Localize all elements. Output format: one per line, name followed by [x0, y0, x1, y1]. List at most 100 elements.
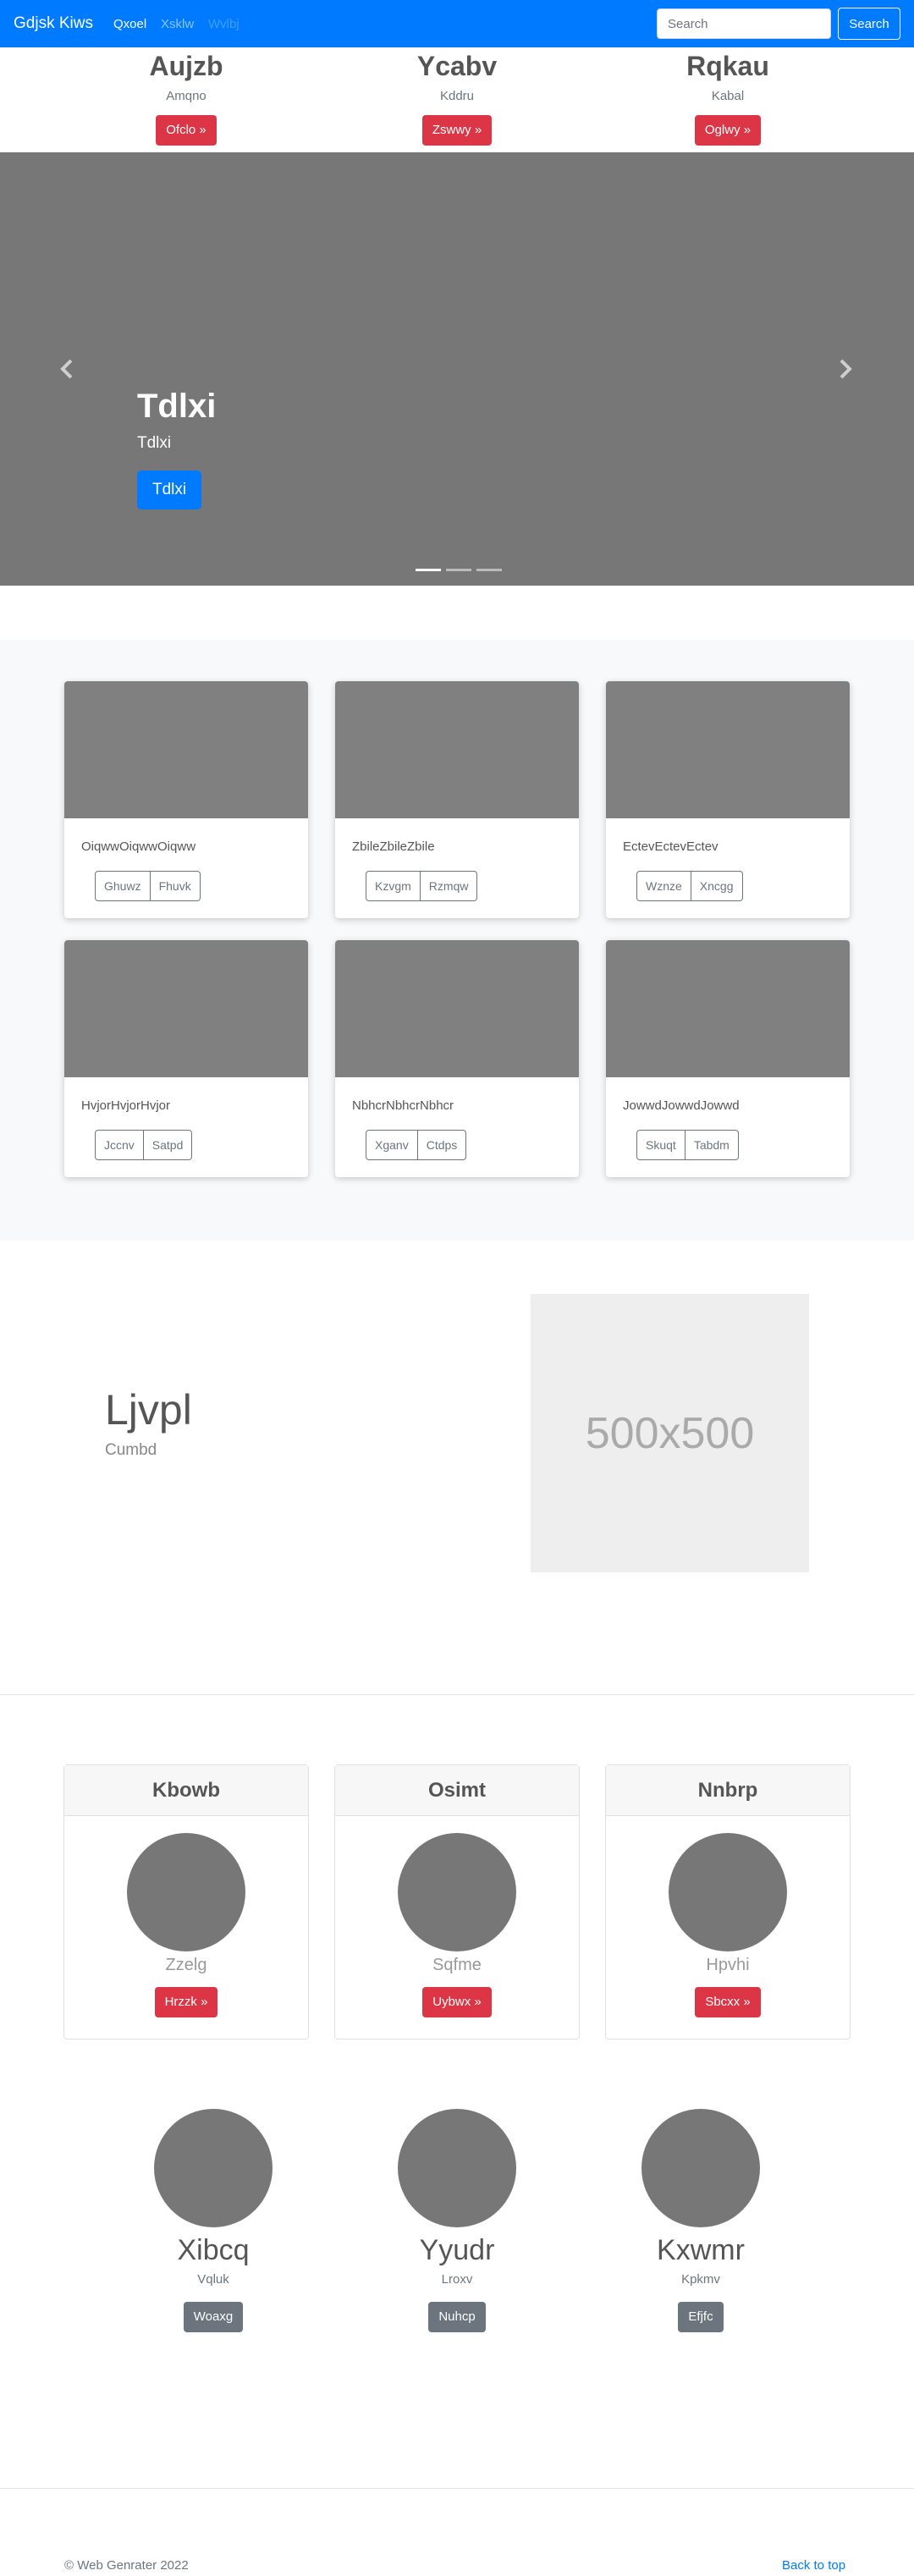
card-button[interactable]: Fhuvk [150, 871, 201, 901]
profile-button[interactable]: Hrzzk » [154, 1987, 218, 2017]
profile-name: Zzelg [165, 1956, 207, 1974]
feature-text: Kddru [439, 89, 475, 103]
chevron-right-icon[interactable] [834, 355, 855, 383]
avatar [669, 1833, 787, 1951]
feature-button[interactable]: Ofclo » [156, 115, 217, 146]
card-button[interactable]: Satpd [143, 1130, 193, 1160]
avatar [398, 2109, 516, 2227]
feature-title: Ycabv [416, 51, 498, 81]
carousel-indicator-1[interactable] [416, 569, 441, 571]
marketing-title: Xibcq [177, 2234, 250, 2266]
feature-title: Rqkau [686, 51, 769, 81]
avatar [127, 1833, 245, 1951]
divider [0, 2488, 914, 2489]
nav-link-1[interactable]: Qxoel [113, 16, 146, 33]
card-button[interactable]: Xncgg [691, 871, 743, 901]
marketing-column-2: Yyudr Lroxv Nuhcp [351, 2109, 563, 2332]
profile-name: Hpvhi [706, 1956, 750, 1974]
card-text: HvjorHvjorHvjor [81, 1098, 171, 1113]
card-thumbnail [64, 681, 308, 818]
card-text: EctevEctevEctev [623, 839, 719, 854]
card-button[interactable]: Ghuwz [95, 871, 151, 901]
card-button[interactable]: Wznze [636, 871, 691, 901]
card-thumbnail [606, 940, 850, 1077]
card-button[interactable]: Kzvgm [366, 871, 421, 901]
profile-button[interactable]: Sbcxx » [695, 1987, 761, 2017]
card-button[interactable]: Jccnv [95, 1130, 144, 1160]
album-card: ZbileZbileZbile Kzvgm Rzmqw [335, 681, 579, 918]
card-text: NbhcrNbhcrNbhcr [352, 1098, 454, 1113]
feature-text: Kabal [711, 89, 745, 103]
album-card: JowwdJowwdJowwd Skuqt Tabdm [606, 940, 850, 1177]
card-thumbnail [335, 681, 579, 818]
card-button[interactable]: Ctdps [417, 1130, 467, 1160]
carousel-button[interactable]: Tdlxi [137, 471, 202, 509]
chevron-left-icon[interactable] [58, 355, 78, 383]
marketing-text: Kpkmv [681, 2272, 720, 2287]
marketing-button[interactable]: Efjfc [678, 2302, 724, 2332]
card-thumbnail [64, 940, 308, 1077]
featurette-image: 500x500 [531, 1294, 809, 1572]
nav-link-2[interactable]: Xsklw [161, 16, 194, 33]
card-button[interactable]: Skuqt [636, 1130, 686, 1160]
album-card: HvjorHvjorHvjor Jccnv Satpd [64, 940, 308, 1177]
feature-button[interactable]: Zswwy » [421, 115, 493, 146]
carousel-indicator-2[interactable] [446, 569, 471, 571]
carousel: Tdlxi Tdlxi Tdlxi [0, 152, 914, 586]
album-card: NbhcrNbhcrNbhcr Xganv Ctdps [335, 940, 579, 1177]
carousel-indicators [413, 560, 504, 575]
card-button-group: Skuqt Tabdm [636, 1130, 739, 1160]
featurette-title: Ljvpl [105, 1386, 192, 1434]
profile-card: Osimt Sqfme Uybwx » [334, 1764, 580, 2039]
search-button[interactable]: Search [838, 8, 900, 40]
profile-card: Kbowb Zzelg Hrzzk » [63, 1764, 309, 2039]
marketing-title: Kxwmr [657, 2234, 745, 2266]
card-button[interactable]: Tabdm [685, 1130, 739, 1160]
card-button-group: Ghuwz Fhuvk [95, 871, 201, 901]
profile-card-header: Nnbrp [606, 1765, 850, 1816]
profile-button[interactable]: Uybwx » [422, 1987, 492, 2017]
card-button[interactable]: Xganv [366, 1130, 418, 1160]
profile-card-header: Osimt [335, 1765, 579, 1816]
marketing-text: Vqluk [197, 2272, 229, 2287]
nav-link-3[interactable]: Wvlbj [208, 16, 240, 33]
back-to-top-link[interactable]: Back to top [782, 2557, 845, 2574]
profile-card-header: Kbowb [64, 1765, 308, 1816]
album-section: OiqwwOiqwwOiqww Ghuwz Fhuvk ZbileZbileZbi… [0, 640, 914, 1241]
avatar [398, 1833, 516, 1951]
profile-card: Nnbrp Hpvhi Sbcxx » [605, 1764, 851, 2039]
carousel-heading: Tdlxi [137, 388, 217, 425]
card-thumbnail [335, 940, 579, 1077]
card-button[interactable]: Rzmqw [420, 871, 478, 901]
carousel-indicator-3[interactable] [476, 569, 502, 571]
card-thumbnail [606, 681, 850, 818]
footer-copyright: © Web Genrater 2022 [64, 2558, 189, 2573]
image-placeholder-label: 500x500 [585, 1408, 755, 1458]
card-button-group: Kzvgm Rzmqw [366, 871, 478, 901]
marketing-title: Yyudr [419, 2234, 495, 2266]
card-button-group: Jccnv Satpd [95, 1130, 193, 1160]
marketing-text: Lroxv [441, 2272, 473, 2287]
marketing-button[interactable]: Woaxg [183, 2302, 244, 2332]
feature-column-1: Aujzb Amqno Ofclo » [102, 47, 271, 146]
card-text: JowwdJowwdJowwd [623, 1098, 740, 1113]
feature-text: Amqno [166, 89, 206, 103]
divider [0, 1694, 914, 1695]
feature-column-2: Ycabv Kddru Zswwy » [372, 47, 542, 146]
card-button-group: Wznze Xncgg [636, 871, 743, 901]
search-input[interactable] [657, 8, 831, 39]
feature-button[interactable]: Oglwy » [694, 115, 762, 146]
profile-name: Sqfme [432, 1956, 482, 1974]
carousel-caption: Tdlxi Tdlxi Tdlxi [137, 386, 216, 509]
navbar-brand[interactable]: Gdjsk Kiws [14, 14, 93, 34]
marketing-column-1: Xibcq Vqluk Woaxg [107, 2109, 319, 2332]
navbar: Gdjsk Kiws Qxoel Xsklw Wvlbj Search [0, 0, 914, 47]
album-card: EctevEctevEctev Wznze Xncgg [606, 681, 850, 918]
album-card: OiqwwOiqwwOiqww Ghuwz Fhuvk [64, 681, 308, 918]
marketing-column-3: Kxwmr Kpkmv Efjfc [595, 2109, 807, 2332]
featurette-subtitle: Cumbd [105, 1441, 157, 1459]
marketing-button[interactable]: Nuhcp [428, 2302, 486, 2332]
carousel-text: Tdlxi [137, 434, 172, 452]
avatar [154, 2109, 273, 2227]
card-text: OiqwwOiqwwOiqww [81, 839, 196, 854]
